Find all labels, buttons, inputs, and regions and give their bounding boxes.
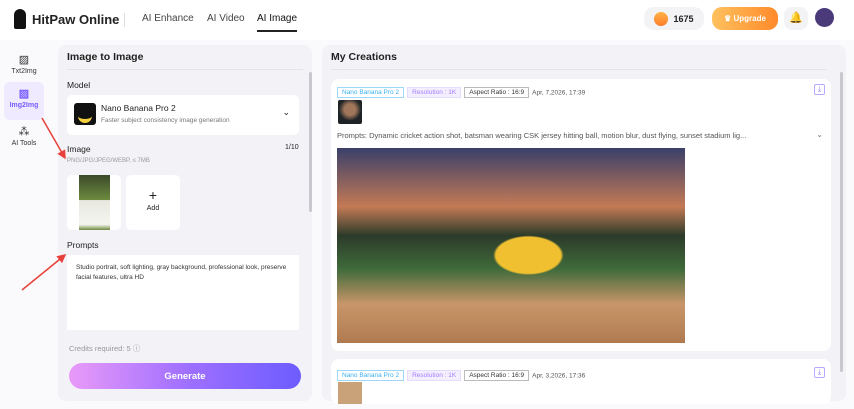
- arrow-to-prompts: [21, 254, 67, 291]
- annotation-arrows: [21, 117, 67, 291]
- arrow-to-image: [41, 117, 66, 160]
